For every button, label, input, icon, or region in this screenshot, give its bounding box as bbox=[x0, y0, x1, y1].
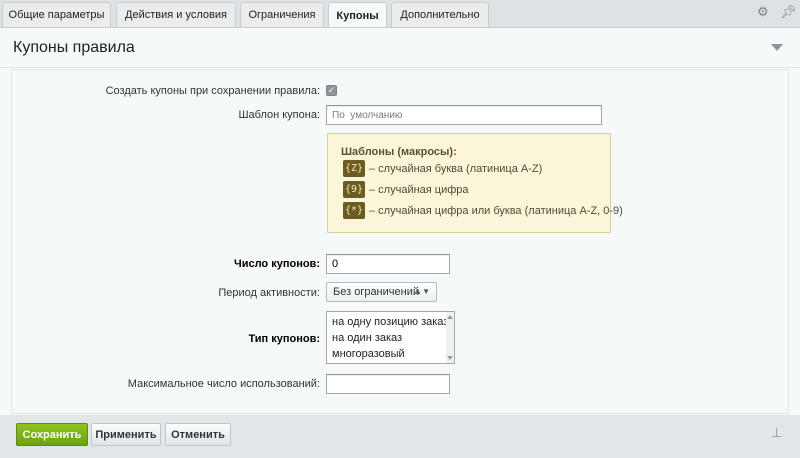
save-button[interactable]: Сохранить bbox=[16, 423, 88, 446]
hint-text: – случайная цифра bbox=[369, 183, 469, 196]
listbox-option[interactable]: на один заказ bbox=[332, 332, 402, 344]
hint-item: {*} – случайная цифра или буква (латиниц… bbox=[343, 202, 623, 219]
cancel-button[interactable]: Отменить bbox=[165, 423, 231, 446]
period-select[interactable]: Без ограничений ▲▼ bbox=[326, 282, 437, 302]
footer-bar: Сохранить Применить Отменить ⊥ bbox=[0, 415, 800, 458]
section-title: Купоны правила bbox=[13, 39, 135, 56]
apply-button[interactable]: Применить bbox=[91, 423, 161, 446]
create-coupons-checkbox[interactable]: ✓ bbox=[326, 85, 337, 96]
period-label: Период активности: bbox=[218, 287, 320, 299]
template-label: Шаблон купона: bbox=[238, 109, 320, 121]
hint-text: – случайная буква (латиница A-Z) bbox=[369, 162, 543, 175]
section-header: Купоны правила bbox=[0, 28, 800, 68]
hint-item: {Z} – случайная буква (латиница A-Z) bbox=[343, 160, 542, 177]
max-uses-label: Максимальное число использований: bbox=[127, 378, 320, 390]
listbox-scrollbar[interactable] bbox=[446, 312, 454, 363]
chevron-down-icon[interactable] bbox=[771, 44, 783, 51]
period-selected-value: Без ограничений bbox=[333, 286, 419, 298]
tabs-bar: Общие параметры Действия и условия Огран… bbox=[0, 0, 800, 29]
macro-badge: {Z} bbox=[343, 160, 365, 177]
tab-additional[interactable]: Дополнительно bbox=[391, 2, 489, 27]
hint-text: – случайная цифра или буква (латиница A-… bbox=[369, 204, 623, 217]
scroll-down-icon[interactable] bbox=[447, 356, 453, 360]
create-coupons-label: Создать купоны при сохранении правила: bbox=[105, 85, 320, 97]
coupon-count-label: Число купонов: bbox=[233, 258, 320, 270]
coupon-count-input[interactable] bbox=[326, 254, 450, 274]
pin-icon[interactable]: 📌︎ bbox=[780, 4, 797, 20]
pin-icon[interactable]: ⊥ bbox=[771, 425, 782, 441]
tab-coupons[interactable]: Купоны bbox=[328, 2, 387, 29]
listbox-option[interactable]: многоразовый bbox=[332, 348, 405, 360]
hint-title: Шаблоны (макросы): bbox=[341, 146, 457, 158]
macro-badge: {9} bbox=[343, 181, 365, 198]
tab-actions-conditions[interactable]: Действия и условия bbox=[116, 2, 236, 27]
coupon-type-label: Тип купонов: bbox=[248, 333, 320, 345]
tab-restrictions[interactable]: Ограничения bbox=[240, 2, 324, 27]
macro-badge: {*} bbox=[343, 202, 365, 219]
max-uses-input[interactable] bbox=[326, 374, 450, 394]
listbox-option[interactable]: на одну позицию заказа bbox=[332, 316, 454, 328]
tab-general[interactable]: Общие параметры bbox=[2, 2, 111, 27]
macro-hint-box: Шаблоны (макросы): {Z} – случайная буква… bbox=[327, 133, 623, 233]
scroll-up-icon[interactable] bbox=[447, 315, 453, 319]
gear-icon[interactable]: ⚙ bbox=[757, 4, 769, 20]
hint-item: {9} – случайная цифра bbox=[343, 181, 469, 198]
coupon-type-listbox[interactable]: на одну позицию заказа на один заказ мно… bbox=[326, 311, 455, 364]
select-arrows-icon: ▲▼ bbox=[414, 287, 430, 296]
template-input[interactable] bbox=[326, 105, 602, 125]
